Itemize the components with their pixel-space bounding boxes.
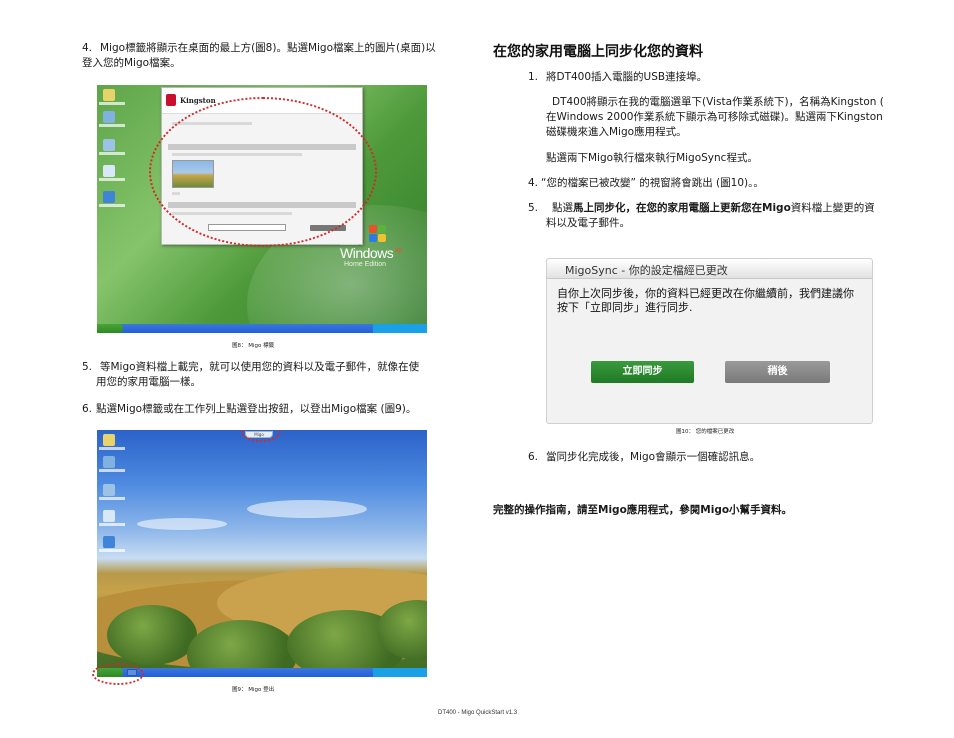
r-step-5-number: 5. xyxy=(528,202,539,214)
desktop-icon-label xyxy=(99,124,125,127)
highlight-ring xyxy=(149,97,377,247)
desktop-icon-label xyxy=(99,204,125,207)
step-6-number: 6. xyxy=(82,403,93,415)
desktop-icon-label xyxy=(99,447,125,450)
r-step-4-number: 4. xyxy=(528,177,539,189)
start-button[interactable] xyxy=(97,324,123,333)
dialog-message-line1: 自你上次同步後，你的資料已經更改在你繼續前，我們建議你 xyxy=(557,287,854,300)
desktop-icon-label xyxy=(99,523,125,526)
r-step-5-bold: 馬上同步化，在您的家用電腦上更新您在Migo xyxy=(573,202,791,214)
para-1-line3: 磁碟機來進入Migo應用程式。 xyxy=(546,126,687,138)
recycle-bin-icon xyxy=(103,510,115,522)
closing-note: 完整的操作指南，請至Migo應用程式，參閱Migo小幫手資料。 xyxy=(493,504,793,516)
figure-8-screenshot: Kingston Microsoft Windows xp Home Editi… xyxy=(97,85,427,333)
para-1-line1: DT400將顯示在我的電腦選單下(Vista作業系統下)，名稱為Kingston… xyxy=(552,96,884,108)
footer: DT400 - Migo QuickStart v1.3 xyxy=(438,710,518,716)
highlight-ring xyxy=(241,430,281,442)
highlight-ring-start xyxy=(92,663,144,685)
my-computer-icon xyxy=(103,456,115,468)
para-2: 點選兩下Migo執行檔來執行MigoSync程式。 xyxy=(546,152,758,164)
dialog-title: MigoSync - 你的設定檔經已更改 xyxy=(565,264,728,277)
cloud xyxy=(247,500,367,518)
desktop-icon-label xyxy=(99,102,125,105)
desktop-icon-label xyxy=(99,152,125,155)
step-5-number: 5. xyxy=(82,361,93,373)
my-computer-icon xyxy=(103,111,115,123)
system-tray xyxy=(373,668,427,677)
network-places-icon xyxy=(103,139,115,151)
recycle-bin-icon xyxy=(103,165,115,177)
my-documents-icon xyxy=(103,434,115,446)
step-6-text: 點選Migo標籤或在工作列上點選登出按鈕，以登出Migo檔案 (圖9)。 xyxy=(96,403,417,415)
r-step-6-number: 6. xyxy=(528,451,539,463)
migosync-dialog: MigoSync - 你的設定檔經已更改 自你上次同步後，你的資料已經更改在你繼… xyxy=(546,258,873,424)
internet-explorer-icon xyxy=(103,536,115,548)
my-documents-icon xyxy=(103,89,115,101)
kingston-logo-text: Kingston xyxy=(180,96,216,105)
step-4-number: 4. xyxy=(82,42,93,54)
desktop-icon-label xyxy=(99,549,125,552)
desktop-icon-label xyxy=(99,497,125,500)
r-step-1-text: 將DT400插入電腦的USB連接埠。 xyxy=(546,71,708,83)
figure-9-screenshot: Migo xyxy=(97,430,427,677)
network-places-icon xyxy=(103,484,115,496)
xp-logo-edition: Home Edition xyxy=(344,261,387,268)
xp-logo-windows: Windows xyxy=(340,245,394,261)
step-4-line1: Migo標籤將顯示在桌面的最上方(圖8)。點選Migo檔案上的圖片(桌面)以 xyxy=(100,42,436,54)
figure-8-caption: 圖8： Migo 標籤 xyxy=(232,343,275,349)
r-step-5-line1: 點選馬上同步化，在您的家用電腦上更新您在Migo資料檔上變更的資 xyxy=(552,201,875,216)
windows-flag-icon xyxy=(369,225,387,243)
para-1-line2: 在Windows 2000作業系統下顯示為可移除式磁碟)。點選兩下Kingsto… xyxy=(546,111,883,123)
system-tray xyxy=(373,324,427,333)
step-4-line2: 登入您的Migo檔案。 xyxy=(82,57,181,69)
figure-10-caption: 圖10： 您的檔案已更改 xyxy=(676,429,735,435)
r-step-6-text: 當同步化完成後，Migo會顯示一個確認訊息。 xyxy=(546,451,761,463)
section-heading: 在您的家用電腦上同步化您的資料 xyxy=(493,44,703,60)
desktop-icon-label xyxy=(99,469,125,472)
xp-logo-suffix: xp xyxy=(395,247,403,254)
r-step-5-rest: 資料檔上變更的資 xyxy=(790,202,875,214)
later-button[interactable]: 稍後 xyxy=(725,361,830,383)
kingston-logo-icon xyxy=(166,94,176,106)
figure-9-caption: 圖9： Migo 登出 xyxy=(232,687,275,693)
step-5-line1: 等Migo資料檔上載完，就可以使用您的資料以及電子郵件，就像在使 xyxy=(100,361,420,373)
r-step-1-number: 1. xyxy=(528,71,539,83)
r-step-5-pre: 點選 xyxy=(552,202,573,214)
r-step-5-line2: 料以及電子郵件。 xyxy=(546,217,630,229)
dialog-message-line2: 按下「立即同步」進行同步. xyxy=(557,301,693,314)
sync-now-button[interactable]: 立即同步 xyxy=(591,361,694,383)
internet-explorer-icon xyxy=(103,191,115,203)
r-step-4-text: “您的檔案已被改變” 的視窗將會跳出 (圖10)。。 xyxy=(541,177,764,189)
dialog-titlebar: MigoSync - 你的設定檔經已更改 xyxy=(547,259,872,279)
shrub xyxy=(107,605,197,665)
desktop-icon-label xyxy=(99,178,125,181)
cloud xyxy=(137,518,227,530)
step-5-line2: 用您的家用電腦一樣。 xyxy=(96,376,201,388)
dialog-message: 自你上次同步後，你的資料已經更改在你繼續前，我們建議你 按下「立即同步」進行同步… xyxy=(557,287,869,315)
